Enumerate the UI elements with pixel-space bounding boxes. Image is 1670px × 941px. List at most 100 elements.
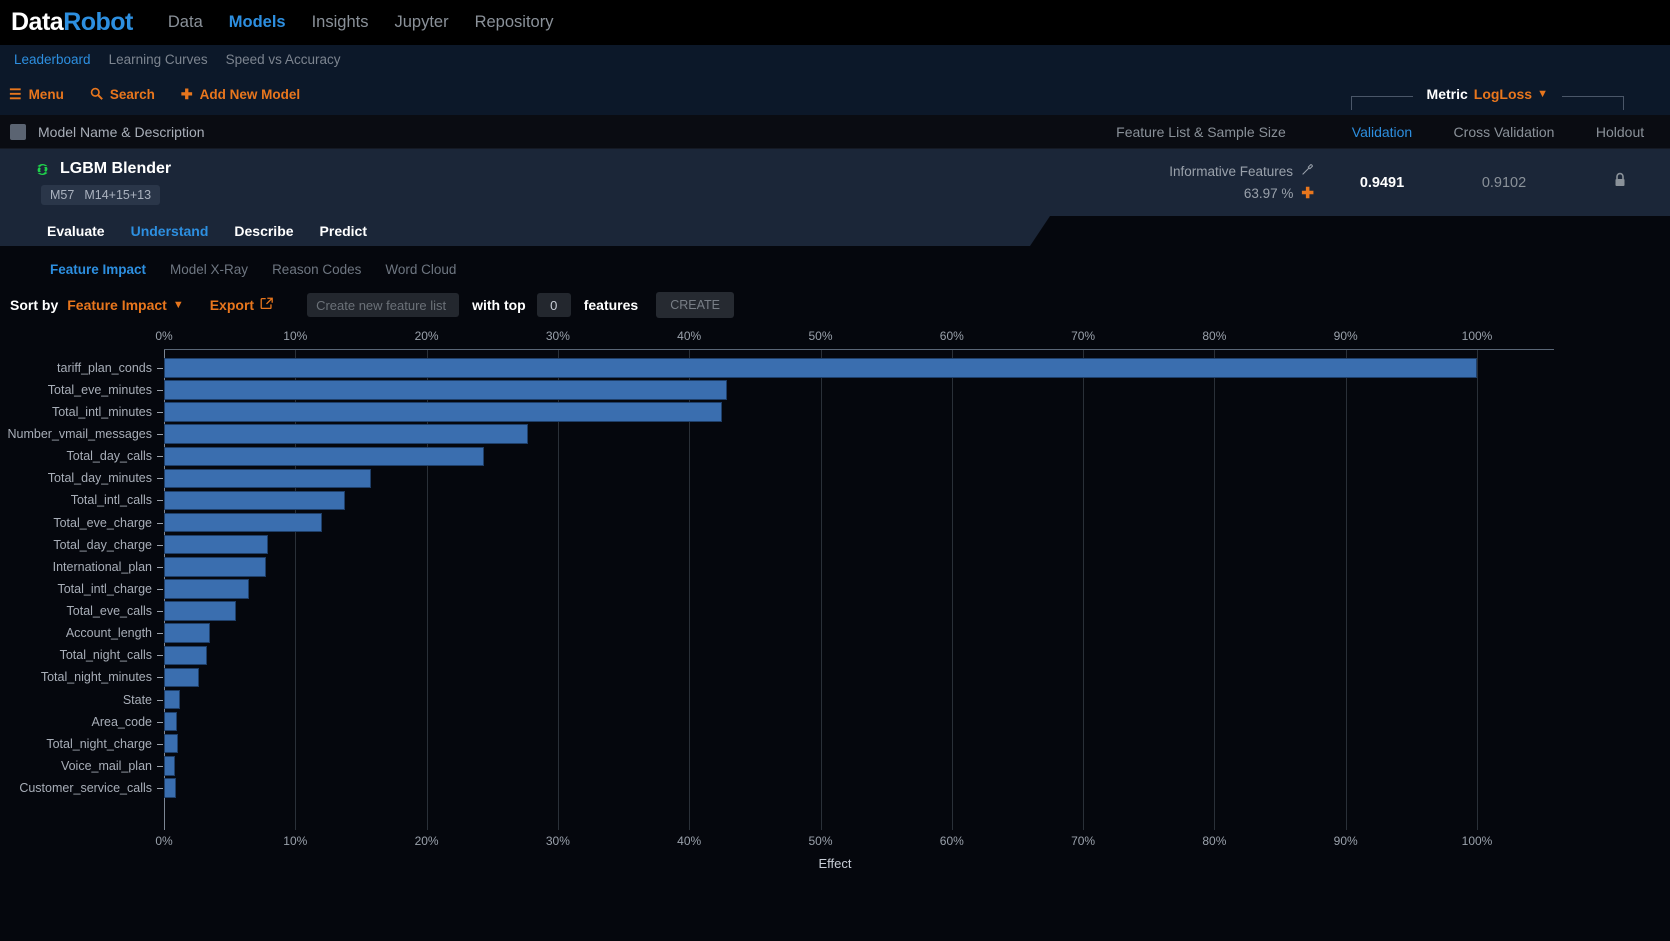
column-header-holdout[interactable]: Holdout xyxy=(1570,124,1670,140)
holdout-cell[interactable] xyxy=(1570,172,1670,193)
gridline xyxy=(558,350,559,830)
y-label-Total_day_minutes: Total_day_minutes xyxy=(48,471,152,485)
tab-predict[interactable]: Predict xyxy=(307,223,380,239)
bar-tariff_plan_conds[interactable] xyxy=(164,358,1477,377)
column-header-model-name: Model Name & Description xyxy=(38,124,205,140)
y-tick xyxy=(157,700,163,701)
tab-model-xray[interactable]: Model X-Ray xyxy=(158,262,260,277)
bar-Total_intl_minutes[interactable] xyxy=(164,402,722,421)
tab-evaluate[interactable]: Evaluate xyxy=(34,223,118,239)
nav-item-models[interactable]: Models xyxy=(216,0,299,45)
bar-Total_eve_calls[interactable] xyxy=(164,601,236,620)
external-link-icon xyxy=(260,297,273,313)
subnav-item-speed-vs-accuracy[interactable]: Speed vs Accuracy xyxy=(217,52,350,67)
y-label-Voice_mail_plan: Voice_mail_plan xyxy=(61,759,152,773)
sort-by-label: Sort by xyxy=(10,297,58,313)
gridline xyxy=(821,350,822,830)
bar-International_plan[interactable] xyxy=(164,557,266,576)
y-tick xyxy=(157,655,163,656)
plus-icon[interactable]: ✚ xyxy=(1301,184,1314,202)
gridline xyxy=(1477,350,1478,830)
blender-icon xyxy=(34,161,51,178)
x-tick-bot-20%: 20% xyxy=(415,834,439,848)
bar-Total_night_charge[interactable] xyxy=(164,734,178,753)
y-label-Total_eve_calls: Total_eve_calls xyxy=(67,604,152,618)
y-tick xyxy=(157,390,163,391)
nav-item-insights[interactable]: Insights xyxy=(299,0,382,45)
bar-Customer_service_calls[interactable] xyxy=(164,778,176,797)
y-tick xyxy=(157,611,163,612)
x-tick-bot-0%: 0% xyxy=(155,834,172,848)
model-badge-id: M57 xyxy=(50,188,74,202)
y-label-Total_day_calls: Total_day_calls xyxy=(67,449,152,463)
bar-Total_night_calls[interactable] xyxy=(164,646,207,665)
tab-feature-impact[interactable]: Feature Impact xyxy=(38,262,158,277)
x-tick-top-20%: 20% xyxy=(415,329,439,343)
tab-reason-codes[interactable]: Reason Codes xyxy=(260,262,373,277)
y-label-Total_eve_minutes: Total_eve_minutes xyxy=(48,383,152,397)
x-tick-top-40%: 40% xyxy=(677,329,701,343)
subnav-item-leaderboard[interactable]: Leaderboard xyxy=(5,52,100,67)
bar-Total_eve_charge[interactable] xyxy=(164,513,322,532)
add-new-model-button[interactable]: ✚ Add New Model xyxy=(181,87,300,102)
chevron-down-icon[interactable]: ▼ xyxy=(1537,88,1548,100)
model-badges: M57 M14+15+13 xyxy=(41,185,160,205)
tab-describe[interactable]: Describe xyxy=(221,223,306,239)
bar-Total_eve_minutes[interactable] xyxy=(164,380,727,399)
x-tick-top-0%: 0% xyxy=(155,329,172,343)
feature-impact-chart: 0%10%20%30%40%50%60%70%80%90%100% tariff… xyxy=(0,329,1670,869)
subnav-item-learning-curves[interactable]: Learning Curves xyxy=(100,52,217,67)
datarobot-logo[interactable]: DataRobot xyxy=(11,8,133,37)
sort-by-dropdown[interactable]: Feature Impact ▼ xyxy=(67,297,183,313)
feature-list-name-row[interactable]: Informative Features xyxy=(1169,163,1314,179)
y-tick xyxy=(157,744,163,745)
top-n-input[interactable] xyxy=(537,293,571,317)
bar-Number_vmail_messages[interactable] xyxy=(164,424,528,443)
menu-button[interactable]: ☰ Menu xyxy=(9,87,64,102)
nav-item-repository[interactable]: Repository xyxy=(462,0,567,45)
gridline xyxy=(427,350,428,830)
bar-Total_day_calls[interactable] xyxy=(164,447,484,466)
bar-Total_intl_calls[interactable] xyxy=(164,491,345,510)
bar-Area_code[interactable] xyxy=(164,712,177,731)
sub-navigation-bar: Leaderboard Learning Curves Speed vs Acc… xyxy=(0,45,1670,73)
tab-understand[interactable]: Understand xyxy=(118,223,222,239)
select-all-checkbox[interactable] xyxy=(10,124,26,140)
y-label-Total_intl_minutes: Total_intl_minutes xyxy=(52,405,152,419)
bar-Total_intl_charge[interactable] xyxy=(164,579,249,598)
column-header-feature-list: Feature List & Sample Size xyxy=(1076,124,1326,140)
nav-item-data[interactable]: Data xyxy=(155,0,216,45)
bar-Total_day_minutes[interactable] xyxy=(164,469,371,488)
model-tab-bar: Evaluate Understand Describe Predict xyxy=(0,216,1030,246)
model-stats-group: Informative Features 63.97 % ✚ 0.9491 0.… xyxy=(1076,149,1670,216)
feature-list-name: Informative Features xyxy=(1169,164,1293,179)
bar-Total_day_charge[interactable] xyxy=(164,535,268,554)
export-button[interactable]: Export xyxy=(210,297,273,313)
nav-item-jupyter[interactable]: Jupyter xyxy=(381,0,461,45)
tab-word-cloud[interactable]: Word Cloud xyxy=(373,262,468,277)
metric-value-dropdown[interactable]: LogLoss xyxy=(1474,86,1532,102)
column-header-cross-validation[interactable]: Cross Validation xyxy=(1438,124,1570,140)
gridline xyxy=(689,350,690,830)
y-tick xyxy=(157,766,163,767)
y-label-State: State xyxy=(123,693,152,707)
cross-validation-score: 0.9102 xyxy=(1438,175,1570,191)
create-feature-list-input[interactable] xyxy=(307,293,459,317)
search-button[interactable]: Search xyxy=(90,87,155,102)
bar-State[interactable] xyxy=(164,690,180,709)
y-tick xyxy=(157,478,163,479)
model-row[interactable]: LGBM Blender M57 M14+15+13 Informative F… xyxy=(0,149,1670,216)
bar-Voice_mail_plan[interactable] xyxy=(164,756,175,775)
eyedropper-icon[interactable] xyxy=(1301,163,1314,179)
with-top-label: with top xyxy=(472,297,526,313)
y-tick xyxy=(157,456,163,457)
lock-icon[interactable] xyxy=(1613,172,1627,193)
search-icon xyxy=(90,87,103,102)
bar-Account_length[interactable] xyxy=(164,623,210,642)
y-tick xyxy=(157,788,163,789)
x-tick-top-10%: 10% xyxy=(283,329,307,343)
y-tick xyxy=(157,368,163,369)
create-button[interactable]: CREATE xyxy=(656,292,734,318)
column-header-validation[interactable]: Validation xyxy=(1326,124,1438,140)
bar-Total_night_minutes[interactable] xyxy=(164,668,199,687)
